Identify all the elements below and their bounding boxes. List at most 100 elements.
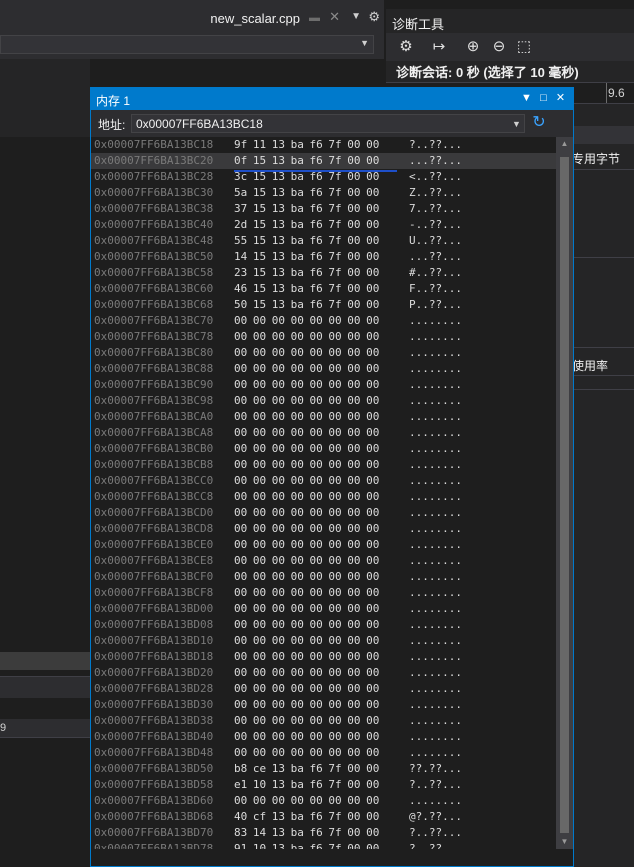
scrollbar-thumb[interactable] (560, 157, 569, 833)
memory-row[interactable]: 0x00007FF6BA13BCB8 00 00 00 00 00 00 00 0… (91, 457, 556, 473)
horizontal-scrollbar[interactable] (0, 652, 90, 670)
vertical-scrollbar[interactable]: ▲ ▼ (556, 137, 573, 849)
memory-row[interactable]: 0x00007FF6BA13BC20 0f 15 13 ba f6 7f 00 0… (91, 153, 556, 169)
scroll-down-icon[interactable]: ▼ (556, 835, 573, 849)
row-hex-bytes[interactable]: 00 00 00 00 00 00 00 00 (234, 329, 379, 345)
memory-row[interactable]: 0x00007FF6BA13BD00 00 00 00 00 00 00 00 0… (91, 601, 556, 617)
memory-row[interactable]: 0x00007FF6BA13BD70 83 14 13 ba f6 7f 00 0… (91, 825, 556, 841)
row-hex-bytes[interactable]: b8 ce 13 ba f6 7f 00 00 (234, 761, 379, 777)
pin-icon[interactable]: ▬ (309, 12, 320, 24)
memory-row[interactable]: 0x00007FF6BA13BD48 00 00 00 00 00 00 00 0… (91, 745, 556, 761)
memory-row[interactable]: 0x00007FF6BA13BC58 23 15 13 ba f6 7f 00 0… (91, 265, 556, 281)
row-hex-bytes[interactable]: 00 00 00 00 00 00 00 00 (234, 537, 379, 553)
memory-row[interactable]: 0x00007FF6BA13BCD0 00 00 00 00 00 00 00 0… (91, 505, 556, 521)
memory-row[interactable]: 0x00007FF6BA13BCE8 00 00 00 00 00 00 00 0… (91, 553, 556, 569)
row-hex-bytes[interactable]: 00 00 00 00 00 00 00 00 (234, 345, 379, 361)
memory-row[interactable]: 0x00007FF6BA13BCA0 00 00 00 00 00 00 00 0… (91, 409, 556, 425)
memory-row[interactable]: 0x00007FF6BA13BC78 00 00 00 00 00 00 00 0… (91, 329, 556, 345)
memory-row[interactable]: 0x00007FF6BA13BD08 00 00 00 00 00 00 00 0… (91, 617, 556, 633)
memory-row[interactable]: 0x00007FF6BA13BC40 2d 15 13 ba f6 7f 00 0… (91, 217, 556, 233)
memory-row[interactable]: 0x00007FF6BA13BC88 00 00 00 00 00 00 00 0… (91, 361, 556, 377)
chevron-down-icon[interactable]: ▼ (512, 119, 521, 129)
memory-row[interactable]: 0x00007FF6BA13BC80 00 00 00 00 00 00 00 0… (91, 345, 556, 361)
row-hex-bytes[interactable]: 37 15 13 ba f6 7f 00 00 (234, 201, 379, 217)
memory-row[interactable]: 0x00007FF6BA13BCE0 00 00 00 00 00 00 00 0… (91, 537, 556, 553)
memory-row[interactable]: 0x00007FF6BA13BD30 00 00 00 00 00 00 00 0… (91, 697, 556, 713)
memory-window-titlebar[interactable]: 内存 1 ▼ □ ✕ (91, 88, 573, 110)
row-hex-bytes[interactable]: 0f 15 13 ba f6 7f 00 00 (234, 153, 379, 169)
memory-row[interactable]: 0x00007FF6BA13BD58 e1 10 13 ba f6 7f 00 0… (91, 777, 556, 793)
row-hex-bytes[interactable]: 00 00 00 00 00 00 00 00 (234, 745, 379, 761)
zoom-out-icon[interactable]: ⊖ (489, 37, 509, 57)
address-input[interactable] (131, 114, 525, 133)
memory-row[interactable]: 0x00007FF6BA13BCF8 00 00 00 00 00 00 00 0… (91, 585, 556, 601)
row-hex-bytes[interactable]: 00 00 00 00 00 00 00 00 (234, 409, 379, 425)
row-hex-bytes[interactable]: 00 00 00 00 00 00 00 00 (234, 425, 379, 441)
row-hex-bytes[interactable]: 23 15 13 ba f6 7f 00 00 (234, 265, 379, 281)
row-hex-bytes[interactable]: 00 00 00 00 00 00 00 00 (234, 505, 379, 521)
row-hex-bytes[interactable]: 00 00 00 00 00 00 00 00 (234, 649, 379, 665)
memory-row[interactable]: 0x00007FF6BA13BD40 00 00 00 00 00 00 00 0… (91, 729, 556, 745)
code-editor-area[interactable] (0, 59, 90, 649)
reset-zoom-icon[interactable]: ⬚ (514, 37, 534, 57)
editor-tab-title[interactable]: new_scalar.cpp (210, 11, 300, 26)
row-hex-bytes[interactable]: 83 14 13 ba f6 7f 00 00 (234, 825, 379, 841)
row-hex-bytes[interactable]: e1 10 13 ba f6 7f 00 00 (234, 777, 379, 793)
row-hex-bytes[interactable]: 46 15 13 ba f6 7f 00 00 (234, 281, 379, 297)
memory-row[interactable]: 0x00007FF6BA13BD28 00 00 00 00 00 00 00 0… (91, 681, 556, 697)
memory-row[interactable]: 0x00007FF6BA13BD20 00 00 00 00 00 00 00 0… (91, 665, 556, 681)
row-hex-bytes[interactable]: 00 00 00 00 00 00 00 00 (234, 393, 379, 409)
close-icon[interactable]: ✕ (552, 90, 569, 107)
row-hex-bytes[interactable]: 14 15 13 ba f6 7f 00 00 (234, 249, 379, 265)
memory-row[interactable]: 0x00007FF6BA13BC50 14 15 13 ba f6 7f 00 0… (91, 249, 556, 265)
row-hex-bytes[interactable]: 00 00 00 00 00 00 00 00 (234, 601, 379, 617)
close-icon[interactable]: ✕ (329, 9, 340, 25)
memory-row[interactable]: 0x00007FF6BA13BD78 91 10 13 ba f6 7f 00 0… (91, 841, 556, 849)
maximize-icon[interactable]: □ (535, 90, 552, 107)
row-hex-bytes[interactable]: 00 00 00 00 00 00 00 00 (234, 377, 379, 393)
row-hex-bytes[interactable]: 40 cf 13 ba f6 7f 00 00 (234, 809, 379, 825)
row-hex-bytes[interactable]: 00 00 00 00 00 00 00 00 (234, 633, 379, 649)
row-hex-bytes[interactable]: 00 00 00 00 00 00 00 00 (234, 665, 379, 681)
row-hex-bytes[interactable]: 00 00 00 00 00 00 00 00 (234, 617, 379, 633)
row-hex-bytes[interactable]: 50 15 13 ba f6 7f 00 00 (234, 297, 379, 313)
row-hex-bytes[interactable]: 91 10 13 ba f6 7f 00 00 (234, 841, 379, 849)
gear-icon[interactable]: ⚙ (368, 9, 380, 25)
memory-row[interactable]: 0x00007FF6BA13BC38 37 15 13 ba f6 7f 00 0… (91, 201, 556, 217)
row-hex-bytes[interactable]: 00 00 00 00 00 00 00 00 (234, 553, 379, 569)
memory-row[interactable]: 0x00007FF6BA13BD60 00 00 00 00 00 00 00 0… (91, 793, 556, 809)
memory-row[interactable]: 0x00007FF6BA13BD50 b8 ce 13 ba f6 7f 00 0… (91, 761, 556, 777)
memory-row[interactable]: 0x00007FF6BA13BCC0 00 00 00 00 00 00 00 0… (91, 473, 556, 489)
memory-row[interactable]: 0x00007FF6BA13BD10 00 00 00 00 00 00 00 0… (91, 633, 556, 649)
row-hex-bytes[interactable]: 00 00 00 00 00 00 00 00 (234, 313, 379, 329)
row-hex-bytes[interactable]: 00 00 00 00 00 00 00 00 (234, 697, 379, 713)
memory-row[interactable]: 0x00007FF6BA13BC48 55 15 13 ba f6 7f 00 0… (91, 233, 556, 249)
memory-row[interactable]: 0x00007FF6BA13BC18 9f 11 13 ba f6 7f 00 0… (91, 137, 556, 153)
row-hex-bytes[interactable]: 00 00 00 00 00 00 00 00 (234, 361, 379, 377)
row-hex-bytes[interactable]: 00 00 00 00 00 00 00 00 (234, 489, 379, 505)
settings-gear-icon[interactable]: ⚙ (396, 37, 416, 57)
row-hex-bytes[interactable]: 2d 15 13 ba f6 7f 00 00 (234, 217, 379, 233)
memory-row[interactable]: 0x00007FF6BA13BCF0 00 00 00 00 00 00 00 0… (91, 569, 556, 585)
row-hex-bytes[interactable]: 00 00 00 00 00 00 00 00 (234, 569, 379, 585)
memory-row[interactable]: 0x00007FF6BA13BC98 00 00 00 00 00 00 00 0… (91, 393, 556, 409)
memory-row[interactable]: 0x00007FF6BA13BCA8 00 00 00 00 00 00 00 0… (91, 425, 556, 441)
chevron-down-icon[interactable]: ▼ (518, 90, 535, 107)
row-hex-bytes[interactable]: 9f 11 13 ba f6 7f 00 00 (234, 137, 379, 153)
memory-row[interactable]: 0x00007FF6BA13BCC8 00 00 00 00 00 00 00 0… (91, 489, 556, 505)
row-hex-bytes[interactable]: 5a 15 13 ba f6 7f 00 00 (234, 185, 379, 201)
memory-row[interactable]: 0x00007FF6BA13BD18 00 00 00 00 00 00 00 0… (91, 649, 556, 665)
row-hex-bytes[interactable]: 00 00 00 00 00 00 00 00 (234, 713, 379, 729)
memory-row[interactable]: 0x00007FF6BA13BC68 50 15 13 ba f6 7f 00 0… (91, 297, 556, 313)
refresh-icon[interactable]: ↻ (529, 113, 549, 133)
row-hex-bytes[interactable]: 00 00 00 00 00 00 00 00 (234, 729, 379, 745)
row-hex-bytes[interactable]: 00 00 00 00 00 00 00 00 (234, 521, 379, 537)
memory-row[interactable]: 0x00007FF6BA13BD38 00 00 00 00 00 00 00 0… (91, 713, 556, 729)
memory-dump-view[interactable]: 0x00007FF6BA13BC18 9f 11 13 ba f6 7f 00 0… (91, 137, 556, 849)
export-icon[interactable]: ↦ (429, 37, 449, 57)
memory-row[interactable]: 0x00007FF6BA13BC70 00 00 00 00 00 00 00 0… (91, 313, 556, 329)
row-hex-bytes[interactable]: 00 00 00 00 00 00 00 00 (234, 457, 379, 473)
zoom-in-icon[interactable]: ⊕ (463, 37, 483, 57)
row-hex-bytes[interactable]: 00 00 00 00 00 00 00 00 (234, 441, 379, 457)
scope-dropdown[interactable]: ▼ (0, 35, 374, 54)
